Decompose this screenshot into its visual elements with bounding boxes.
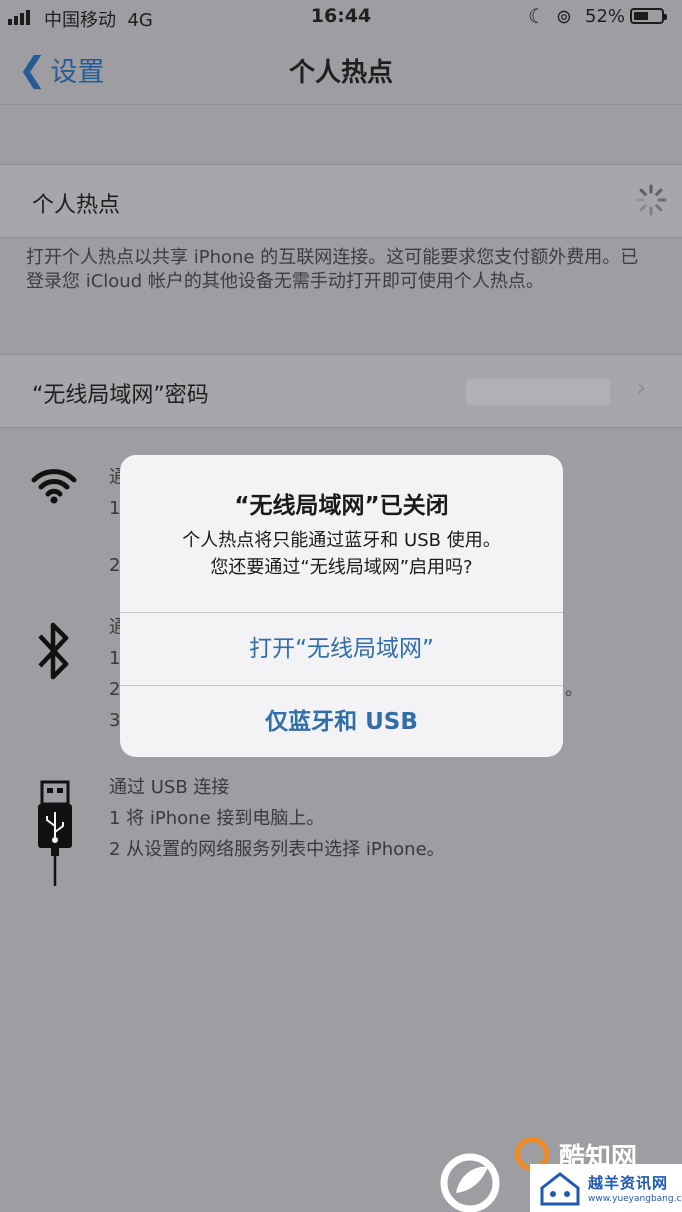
watermark-yueyang-text: 越羊资讯网 [588,1174,669,1192]
navigation-bar: ❮ 设置 个人热点 [0,36,682,105]
wifi-password-label: “无线局域网”密码 [32,383,209,408]
loading-spinner-icon [635,184,667,216]
battery-icon [630,8,667,24]
watermark-yueyang-url: www.yueyangbang.com [588,1194,682,1204]
clock: 16:44 [310,5,372,27]
turn-on-wifi-button[interactable]: 打开“无线局域网” [120,612,563,686]
hotspot-description: 打开个人热点以共享 iPhone 的互联网连接。这可能要求您支付额外费用。已登录… [26,247,639,292]
bluetooth-and-usb-only-button[interactable]: 仅蓝牙和 USB [120,685,563,757]
wifi-off-alert-dialog: “无线局域网”已关闭 个人热点将只能通过蓝牙和 USB 使用。 您还要通过“无线… [120,455,563,757]
page-title: 个人热点 [288,58,393,88]
orientation-lock-icon: ⊚ [556,6,572,28]
usb-instructions-line2: 2 从设置的网络服务列表中选择 iPhone。 [109,839,445,860]
leaf-logo-icon [440,1153,500,1212]
do-not-disturb-moon-icon: ☾ [528,4,546,28]
wifi-icon [31,469,77,504]
battery-percentage: 52% [585,6,626,27]
bluetooth-icon [38,622,69,680]
alert-message-line2: 您还要通过“无线局域网”启用吗? [210,557,473,578]
status-bar: 中国移动 4G 16:44 ☾ ⊚ 52% [0,0,682,36]
yueyang-logo-icon [540,1172,580,1206]
hotspot-toggle-row[interactable]: 个人热点 [0,164,682,238]
alert-message: 个人热点将只能通过蓝牙和 USB 使用。 您还要通过“无线局域网”启用吗? [130,527,553,581]
chevron-right-icon: › [636,373,647,403]
usb-instructions-heading: 通过 USB 连接 [109,777,230,798]
watermark-yueyang: 越羊资讯网 www.yueyangbang.com [530,1164,682,1212]
usb-instructions: 通过 USB 连接 1 将 iPhone 接到电脑上。 2 从设置的网络服务列表… [109,772,445,865]
wifi-password-row[interactable]: “无线局域网”密码 › [0,354,682,428]
wifi-password-value-redacted [466,379,610,405]
usb-instructions-line1: 1 将 iPhone 接到电脑上。 [109,808,325,829]
alert-message-line1: 个人热点将只能通过蓝牙和 USB 使用。 [182,530,501,551]
bluetooth-instructions-line2-tail: 。 [565,679,583,700]
alert-title: “无线局域网”已关闭 [234,493,449,519]
battery-level-fill [634,12,648,20]
hotspot-label: 个人热点 [32,193,121,218]
usb-cable-icon [38,780,72,886]
